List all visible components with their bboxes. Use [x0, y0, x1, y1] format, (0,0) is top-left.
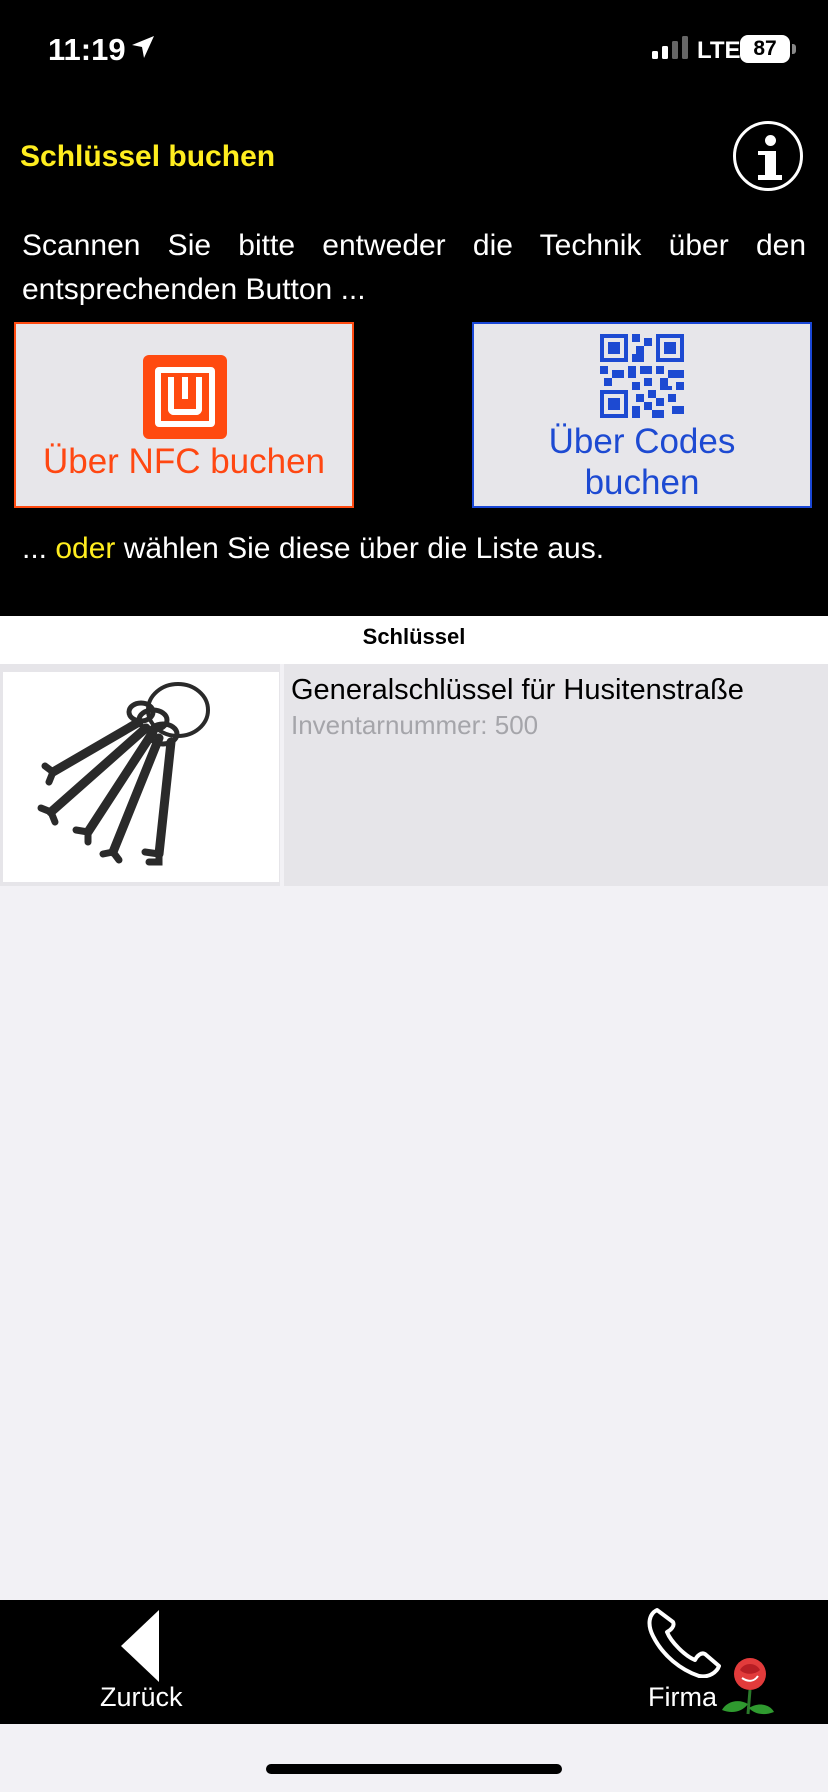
nfc-book-label: Über NFC buchen — [42, 442, 326, 481]
section-header-keys: Schlüssel — [0, 616, 828, 664]
nfc-icon — [143, 355, 227, 439]
nfc-book-button[interactable]: Über NFC buchen — [14, 322, 354, 508]
codes-book-label: Über Codes buchen — [474, 421, 810, 503]
scan-instructions: Scannen Sie bitte entweder die Technik ü… — [22, 229, 806, 306]
page-title: Schlüssel buchen — [20, 140, 276, 173]
row-separator — [280, 664, 284, 886]
list-instructions-prefix: ... — [22, 532, 56, 565]
codes-book-label-line1: Über Codes — [548, 422, 736, 461]
network-type: LTE — [697, 37, 741, 64]
item-inventory-number: Inventarnummer: 500 — [291, 710, 539, 740]
home-indicator[interactable] — [266, 1764, 562, 1774]
battery-cap — [792, 44, 796, 54]
list-instructions: ... oder wählen Sie diese über die Liste… — [22, 532, 604, 566]
status-bar: 11:19 LTE 87 — [0, 0, 828, 100]
bottom-tab-bar: Zurück Firma — [0, 1600, 828, 1724]
back-label: Zurück — [100, 1682, 183, 1712]
signal-icon — [652, 36, 688, 59]
battery-icon: 87 — [740, 35, 790, 63]
qr-code-icon — [600, 334, 684, 418]
company-label: Firma — [648, 1682, 717, 1712]
location-arrow-icon — [132, 36, 154, 58]
key-thumbnail — [3, 672, 279, 882]
status-time: 11:19 — [48, 32, 126, 67]
codes-book-button[interactable]: Über Codes buchen — [472, 322, 812, 508]
header-area: 11:19 LTE 87 Schlüssel buchen Scannen Si… — [0, 0, 828, 616]
list-instructions-highlight: oder — [55, 532, 116, 565]
phone-icon — [647, 1608, 721, 1678]
back-arrow-icon — [121, 1610, 159, 1682]
rose-logo-icon — [722, 1658, 774, 1715]
list-instructions-suffix: wählen Sie diese über die Liste aus. — [115, 532, 605, 565]
list-item[interactable]: Generalschlüssel für Husitenstraße Inven… — [0, 664, 828, 886]
codes-book-label-line2: buchen — [584, 463, 700, 502]
info-icon[interactable] — [733, 121, 803, 191]
keys-image — [37, 682, 210, 866]
item-name: Generalschlüssel für Husitenstraße — [291, 674, 744, 706]
